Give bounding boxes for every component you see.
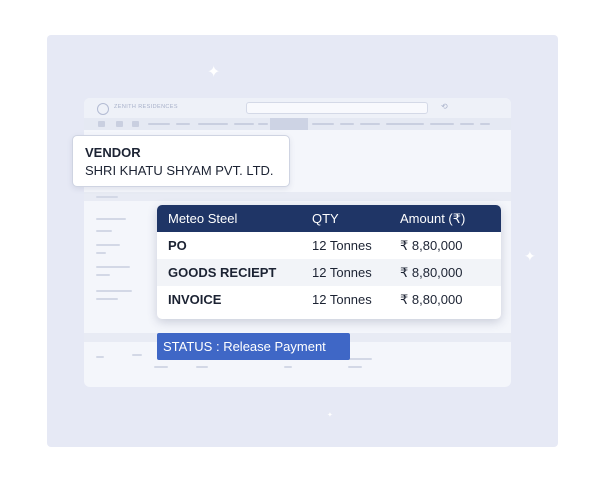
placeholder-line [96,252,106,254]
table-header-row: Meteo Steel QTY Amount (₹) [157,205,501,232]
section-divider [84,192,511,201]
placeholder-line [96,218,126,220]
vendor-card: VENDOR SHRI KHATU SHYAM PVT. LTD. [72,135,290,187]
nav-item[interactable] [460,123,474,125]
placeholder-line [96,244,120,246]
sparkle-icon: ✦ [524,249,536,265]
table-row[interactable]: PO 12 Tonnes ₹ 8,80,000 [157,232,501,259]
row-qty: 12 Tonnes [312,259,400,286]
summary-table-card: Meteo Steel QTY Amount (₹) PO 12 Tonnes … [157,205,501,319]
placeholder-line [96,266,130,268]
row-label: PO [168,238,187,253]
column-header-qty: QTY [312,205,400,232]
table-row[interactable]: INVOICE 12 Tonnes ₹ 8,80,000 [157,286,501,313]
row-label: GOODS RECIEPT [157,259,312,286]
placeholder-line [154,366,168,368]
nav-item[interactable] [386,123,424,125]
release-payment-status-button[interactable]: STATUS : Release Payment [157,333,350,360]
summary-table: Meteo Steel QTY Amount (₹) PO 12 Tonnes … [157,205,501,313]
row-qty: 12 Tonnes [312,292,372,307]
nav-item[interactable] [430,123,454,125]
row-amount: ₹ 8,80,000 [400,237,463,253]
placeholder-line [284,366,292,368]
row-amount: ₹ 8,80,000 [400,259,501,286]
nav-item[interactable] [234,123,254,125]
placeholder-line [96,274,110,276]
placeholder-line [96,196,118,198]
search-input[interactable] [246,102,428,114]
sparkle-icon: ✦ [327,411,333,419]
nav-item[interactable] [176,123,190,125]
placeholder-line [348,366,362,368]
refresh-icon[interactable]: ⟲ [441,102,448,111]
nav-item[interactable] [198,123,228,125]
nav-icon[interactable] [132,121,139,127]
vendor-title: VENDOR [85,145,141,160]
placeholder-line [96,356,104,358]
placeholder-line [96,298,118,300]
nav-item[interactable] [480,123,490,125]
nav-item[interactable] [360,123,380,125]
placeholder-line [132,354,142,356]
nav-item[interactable] [340,123,354,125]
row-label: INVOICE [168,292,222,307]
column-header-amount: Amount (₹) [400,205,501,232]
nav-item[interactable] [258,123,268,125]
nav-item-active[interactable] [270,118,308,130]
nav-item[interactable] [312,123,334,125]
nav-icon[interactable] [98,121,105,127]
app-nav-bar [84,118,511,130]
nav-icon[interactable] [116,121,123,127]
placeholder-line [96,230,112,232]
table-row[interactable]: GOODS RECIEPT 12 Tonnes ₹ 8,80,000 [157,259,501,286]
placeholder-line [196,366,208,368]
building-logo-icon [97,103,109,115]
brand-name: ZENITH RESIDENCES [114,104,178,110]
nav-item[interactable] [148,123,170,125]
sparkle-icon: ✦ [207,62,221,81]
app-header: ZENITH RESIDENCES ⟲ [84,98,511,118]
vendor-name: SHRI KHATU SHYAM PVT. LTD. [85,163,274,178]
row-qty: 12 Tonnes [312,238,372,253]
row-amount: ₹ 8,80,000 [400,291,463,307]
placeholder-line [96,290,132,292]
column-header-material: Meteo Steel [157,205,312,232]
